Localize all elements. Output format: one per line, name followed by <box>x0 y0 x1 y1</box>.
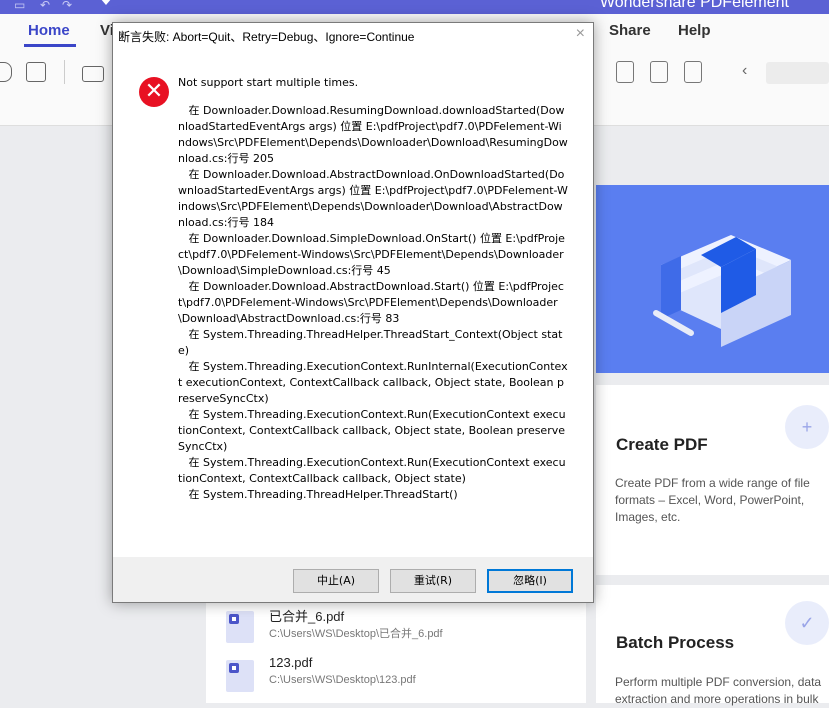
dialog-body: Not support start multiple times. 在 Down… <box>178 75 568 503</box>
tab-help[interactable]: Help <box>678 22 711 39</box>
card-title: Batch Process <box>616 633 735 652</box>
page-extract-icon[interactable] <box>616 61 634 83</box>
chevron-left-icon[interactable]: ‹ <box>742 62 747 80</box>
abort-button[interactable]: 中止(A) <box>293 569 379 593</box>
promo-banner <box>596 185 829 373</box>
list-item[interactable]: 123.pdf C:\Users\WS\Desktop\123.pdf <box>226 655 576 700</box>
close-icon[interactable]: × <box>576 25 585 43</box>
ribbon-search-box[interactable] <box>766 62 829 84</box>
assertion-dialog: 断言失败: Abort=Quit、Retry=Debug、Ignore=Cont… <box>112 22 594 603</box>
create-pdf-icon: + <box>785 405 829 449</box>
file-name: 已合并_6.pdf <box>269 609 345 624</box>
pdf-file-icon <box>226 611 254 643</box>
tab-home-underline <box>24 44 76 47</box>
file-name: 123.pdf <box>269 655 313 670</box>
app-title: Wondershare PDFelement <box>599 0 789 11</box>
pdf-file-icon <box>226 660 254 692</box>
error-message: Not support start multiple times. <box>178 76 359 89</box>
undo-icon[interactable]: ↶ <box>40 0 50 11</box>
edit-icon[interactable] <box>26 62 46 82</box>
hand-tool-icon[interactable] <box>0 62 12 82</box>
batch-process-card[interactable]: ✓ Batch Process Perform multiple PDF con… <box>596 585 829 706</box>
list-item[interactable]: 已合并_6.pdf C:\Users\WS\Desktop\已合并_6.pdf <box>226 609 576 651</box>
file-path: C:\Users\WS\Desktop\123.pdf <box>269 674 416 686</box>
create-pdf-card[interactable]: + Create PDF Create PDF from a wide rang… <box>596 385 829 575</box>
tab-share[interactable]: Share <box>609 22 651 39</box>
file-path: C:\Users\WS\Desktop\已合并_6.pdf <box>269 628 443 640</box>
retry-button[interactable]: 重试(R) <box>390 569 476 593</box>
ignore-button[interactable]: 忽略(I) <box>487 569 573 593</box>
ribbon-divider <box>64 60 65 84</box>
stack-trace: 在 Downloader.Download.ResumingDownload.d… <box>178 104 568 501</box>
tab-home[interactable]: Home <box>28 22 70 39</box>
redo-icon[interactable]: ↷ <box>62 0 72 11</box>
page-crop-icon[interactable] <box>650 61 668 83</box>
error-x-icon: ✕ <box>139 77 169 107</box>
dialog-title: 断言失败: Abort=Quit、Retry=Debug、Ignore=Cont… <box>118 30 415 44</box>
batch-process-icon: ✓ <box>785 601 829 645</box>
card-description: Create PDF from a wide range of file for… <box>615 476 810 524</box>
quick-access-dropdown-icon[interactable] <box>100 0 112 5</box>
page-rotate-icon[interactable] <box>684 61 702 83</box>
dialog-footer: 中止(A) 重试(R) 忽略(I) <box>113 557 593 602</box>
app-titlebar: ▭ ↶ ↷ Wondershare PDFelement <box>0 0 829 14</box>
pdf-stack-illustration <box>596 185 829 373</box>
save-icon[interactable]: ▭ <box>14 0 25 11</box>
card-title: Create PDF <box>616 435 708 454</box>
new-folder-icon[interactable] <box>82 66 104 82</box>
